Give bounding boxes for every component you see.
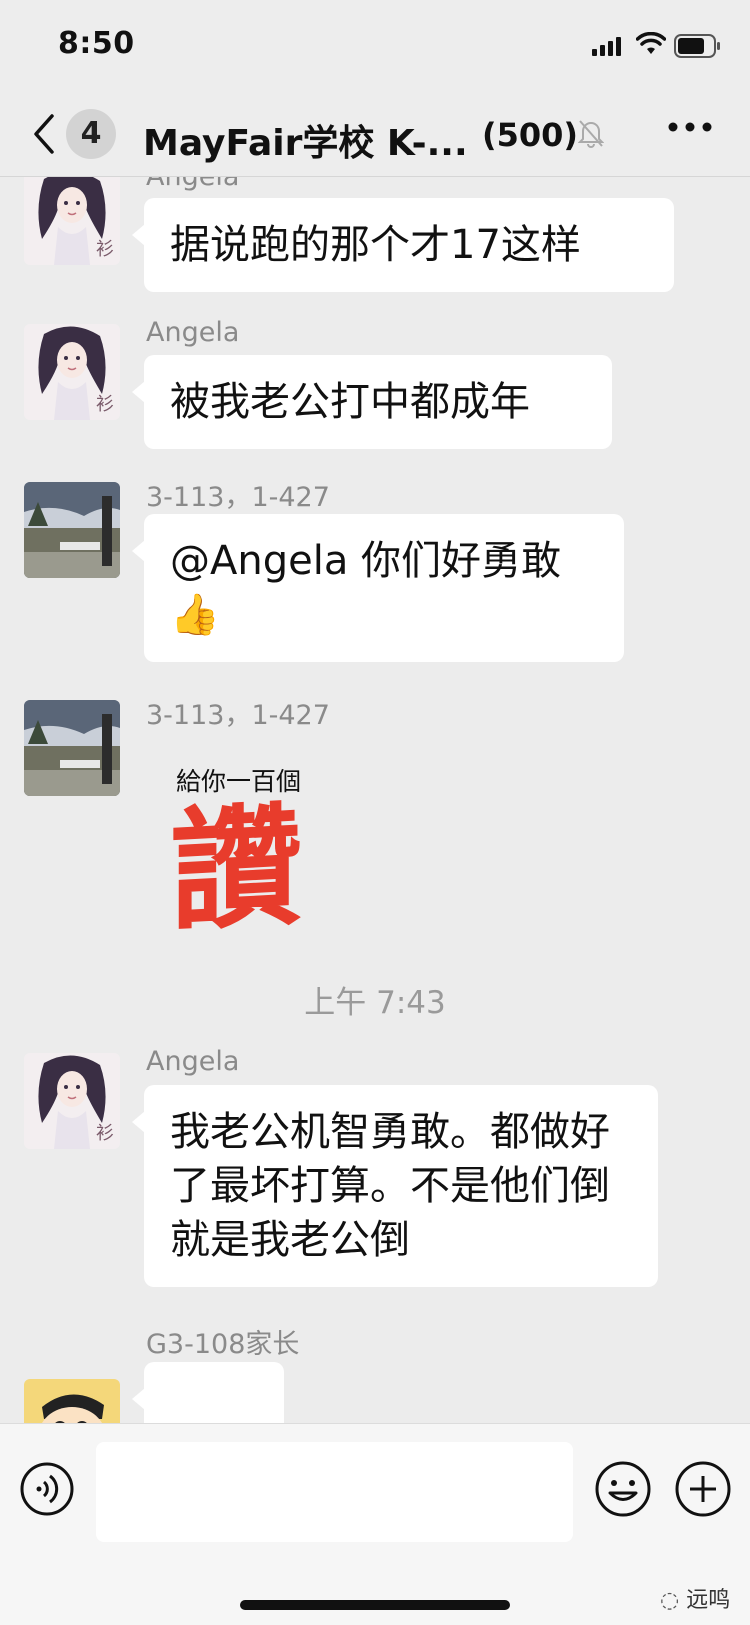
chat-title[interactable]: MayFair学校 K-... [143,114,468,166]
status-time: 8:50 [58,26,135,61]
plus-circle-icon[interactable] [674,1460,732,1518]
member-count: (500) [482,116,579,154]
message-bubble[interactable]: 我老公机智勇敢。都做好了最坏打算。不是他们倒就是我老公倒 [132,1085,658,1287]
cellular-signal-icon [592,37,621,56]
input-bar: ◌ 远鸣 [0,1423,750,1625]
unread-count-badge[interactable]: 4 [66,109,116,159]
status-bar: 8:50 [0,0,750,92]
avatar[interactable] [24,700,120,796]
message-text: 被我老公打中都成年 [170,379,530,425]
message-text: 我老公机智勇敢。都做好了最坏打算。不是他们倒就是我老公倒 [170,1109,610,1263]
svg-text:衫: 衫 [96,239,114,260]
svg-text:衫: 衫 [96,394,114,415]
home-indicator [240,1600,510,1610]
more-dots-icon[interactable] [668,120,712,134]
street-photo-avatar-icon [24,482,120,578]
message-input[interactable] [96,1442,573,1542]
avatar[interactable] [24,1379,120,1423]
sender-name: Angela [146,317,240,348]
sender-name: 3-113，1-427 [146,700,330,731]
sticker-glyph: 讚 [170,789,302,951]
sticker-message[interactable]: 給你一百個 讚 [170,762,350,951]
sender-name: Angela [146,1046,240,1077]
anime-girl-avatar-icon: 衫 [24,324,120,420]
message-text: @Angela 你们好勇敢 [170,538,562,584]
message-bubble[interactable]: @Angela 你们好勇敢 👍 [132,514,624,662]
sender-name: G3-108家长 [146,1329,300,1360]
wifi-icon [636,32,666,54]
emoji-smile-icon[interactable] [594,1460,652,1518]
watermark-text: 远鸣 [686,1588,731,1613]
sender-name: 3-113，1-427 [146,482,330,513]
watermark: ◌ 远鸣 [660,1582,730,1614]
timestamp: 上午 7:43 [304,985,446,1021]
wechat-logo-icon: ◌ [660,1588,680,1613]
avatar[interactable] [24,482,120,578]
avatar[interactable]: 衫 [24,1053,120,1149]
thumbs-up-emoji: 👍 [170,592,220,638]
anime-girl-avatar-icon: 衫 [24,1053,120,1149]
message-bubble[interactable]: 被我老公打中都成年 [132,355,612,449]
street-photo-avatar-icon [24,700,120,796]
message-list[interactable]: 衫 Angela 据说跑的那个才17这样 衫 Angela 被我老公打中都成年 [0,177,750,1423]
bell-muted-icon [578,120,604,148]
battery-icon [674,34,720,58]
cartoon-boy-avatar-icon [24,1379,120,1423]
message-bubble[interactable] [132,1362,284,1423]
avatar[interactable]: 衫 [24,177,120,265]
svg-text:衫: 衫 [96,1123,114,1144]
avatar[interactable]: 衫 [24,324,120,420]
message-text: 据说跑的那个才17这样 [170,222,581,268]
chevron-left-icon[interactable] [30,112,60,156]
voice-icon[interactable] [20,1462,74,1516]
anime-girl-avatar-icon: 衫 [24,177,120,265]
sender-name: Angela [146,177,239,192]
chat-header: 4 MayFair学校 K-... (500) [0,92,750,177]
message-bubble[interactable]: 据说跑的那个才17这样 [132,198,674,292]
